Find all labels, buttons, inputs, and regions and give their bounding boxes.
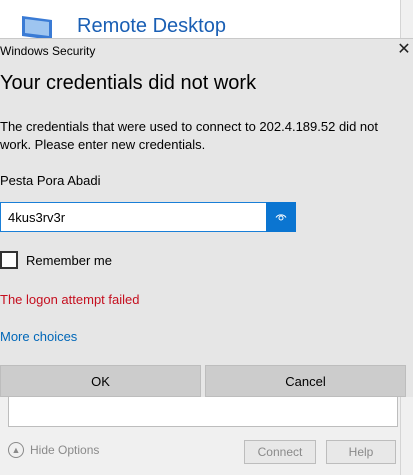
dialog-titlebar: Windows Security ✕ [0,39,413,63]
remember-me-option[interactable]: Remember me [0,251,112,269]
dialog-description: The credentials that were used to connec… [0,119,378,152]
password-field-group [0,202,296,232]
remember-me-checkbox[interactable] [0,251,18,269]
eye-icon [275,213,287,220]
remote-desktop-title: Remote Desktop [77,15,226,37]
dialog-heading: Your credentials did not work [0,72,257,94]
close-icon[interactable]: ✕ [395,41,413,59]
connect-button[interactable]: Connect [244,440,316,464]
hide-options-label: Hide Options [30,443,100,457]
chevron-up-icon: ▲ [8,442,24,458]
remote-desktop-header: Remote Desktop [0,0,400,40]
dialog-window-title: Windows Security [0,44,96,58]
reveal-password-button[interactable] [266,202,296,232]
computer-field[interactable] [8,396,398,427]
hide-options-toggle[interactable]: ▲ Hide Options [8,442,99,458]
more-choices-link[interactable]: More choices [0,329,77,344]
username-label: Pesta Pora Abadi [0,173,101,188]
password-input[interactable] [0,202,266,232]
remember-me-label: Remember me [26,252,112,268]
ok-button[interactable]: OK [0,365,201,397]
cancel-button[interactable]: Cancel [205,365,406,397]
help-button[interactable]: Help [326,440,396,464]
windows-security-dialog: Windows Security ✕ Your credentials did … [0,38,413,397]
error-message: The logon attempt failed [0,292,140,307]
